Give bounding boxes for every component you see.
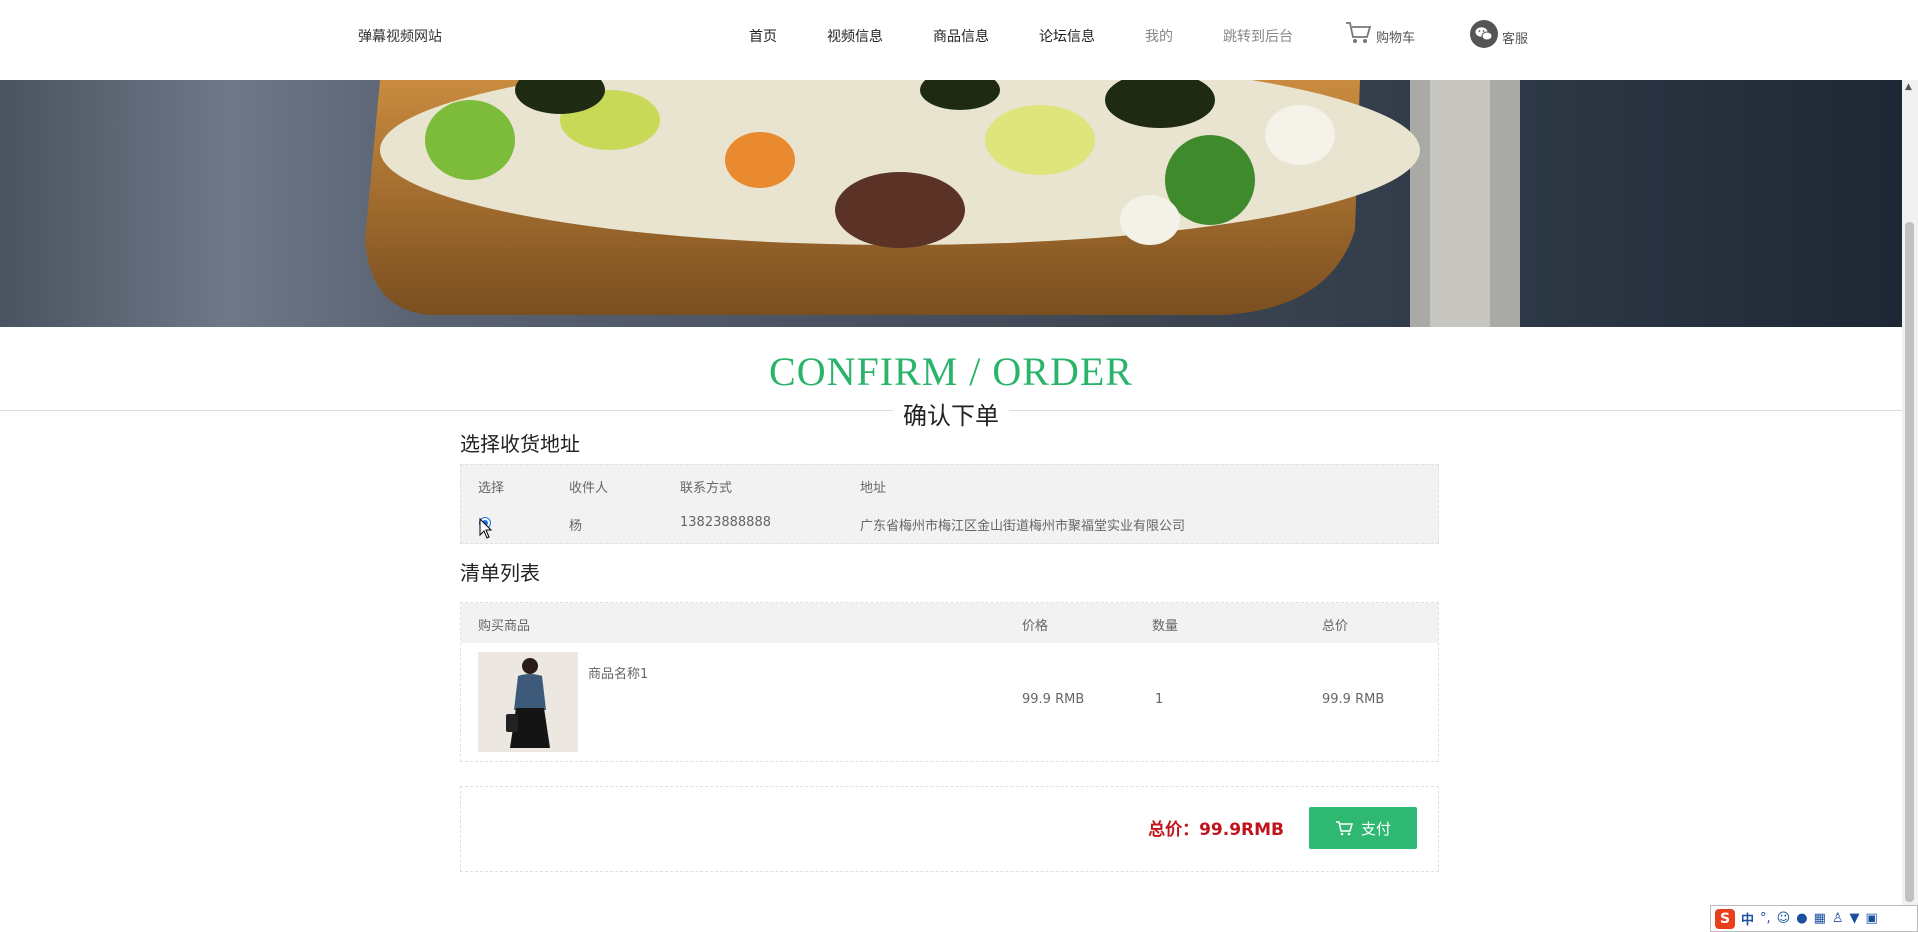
nav-cart[interactable]: 购物车	[1344, 20, 1415, 46]
page-title-cn-wrap: 确认下单	[0, 396, 1902, 431]
items-section-title: 清单列表	[460, 561, 540, 585]
product-thumbnail[interactable]	[478, 652, 578, 752]
nav-customer-service[interactable]: 客服	[1470, 20, 1528, 48]
scrollbar-thumb[interactable]	[1905, 222, 1914, 902]
food-banner-illustration	[365, 80, 1520, 327]
hero-banner-image	[0, 80, 1902, 327]
address-phone: 13823888888	[680, 515, 771, 530]
microphone-icon[interactable]: ●	[1796, 911, 1807, 926]
order-total: 总价：99.9RMB	[1148, 820, 1284, 840]
wechat-icon	[1470, 20, 1498, 48]
pay-button[interactable]: 支付	[1309, 807, 1417, 849]
page-title-cn: 确认下单	[893, 402, 1009, 430]
items-table-header: 购买商品 价格 数量 总价	[461, 603, 1438, 643]
col-header-product: 购买商品	[478, 619, 531, 634]
toolbox-icon[interactable]: ▣	[1866, 911, 1878, 926]
emoji-icon[interactable]: ☺	[1777, 911, 1791, 926]
nav-videos[interactable]: 视频信息	[827, 26, 883, 46]
scroll-up-icon[interactable]: ▲	[1905, 82, 1912, 92]
address-text: 广东省梅州市梅江区金山街道梅州市聚福堂实业有限公司	[860, 519, 1186, 534]
nav-products[interactable]: 商品信息	[933, 26, 989, 46]
col-header-recipient: 收件人	[569, 481, 609, 496]
product-price: 99.9 RMB	[1022, 692, 1085, 707]
product-total: 99.9 RMB	[1322, 692, 1385, 707]
ime-mode-toggle[interactable]: 中	[1741, 909, 1754, 928]
product-quantity: 1	[1155, 692, 1164, 707]
sogou-logo-icon: S	[1715, 908, 1735, 929]
top-nav-bar: 弹幕视频网站 首页 视频信息 商品信息 论坛信息 我的 跳转到后台 购物车 客服	[0, 0, 1900, 80]
skin-icon[interactable]: ▼	[1850, 911, 1860, 926]
cart-icon	[1335, 821, 1353, 836]
nav-home[interactable]: 首页	[749, 26, 777, 46]
col-header-address: 地址	[860, 481, 887, 496]
col-header-quantity: 数量	[1152, 619, 1179, 634]
col-header-price: 价格	[1022, 619, 1049, 634]
service-label: 客服	[1502, 31, 1529, 47]
nav-admin[interactable]: 跳转到后台	[1223, 26, 1293, 46]
order-summary: 总价：99.9RMB 支付	[460, 786, 1439, 872]
col-header-phone: 联系方式	[680, 481, 733, 496]
mouse-cursor-icon	[479, 518, 493, 539]
address-table: 选择 收件人 联系方式 地址 杨 13823888888 广东省梅州市梅江区金山…	[460, 464, 1439, 544]
ime-toolbar[interactable]: S 中 °, ☺ ● ▦ ♙ ▼ ▣	[1710, 905, 1918, 932]
keyboard-icon[interactable]: ▦	[1814, 911, 1826, 926]
nav-forum[interactable]: 论坛信息	[1039, 26, 1095, 46]
col-header-select: 选择	[478, 481, 505, 496]
page-title-en: CONFIRM / ORDER	[769, 349, 1133, 394]
user-icon[interactable]: ♙	[1832, 911, 1844, 926]
items-table: 购买商品 价格 数量 总价 商品名称1 99.9 RMB 1 99.9 RMB	[460, 602, 1439, 762]
address-recipient: 杨	[569, 519, 583, 534]
address-section-title: 选择收货地址	[460, 432, 580, 456]
pay-button-label: 支付	[1360, 819, 1391, 838]
site-title[interactable]: 弹幕视频网站	[358, 26, 442, 46]
punctuation-icon[interactable]: °,	[1760, 911, 1771, 926]
col-header-total: 总价	[1322, 619, 1349, 634]
nav-mine[interactable]: 我的	[1145, 26, 1173, 46]
cart-label: 购物车	[1376, 30, 1416, 46]
cart-icon	[1346, 22, 1372, 43]
product-photo	[478, 652, 578, 752]
product-name[interactable]: 商品名称1	[588, 663, 648, 682]
